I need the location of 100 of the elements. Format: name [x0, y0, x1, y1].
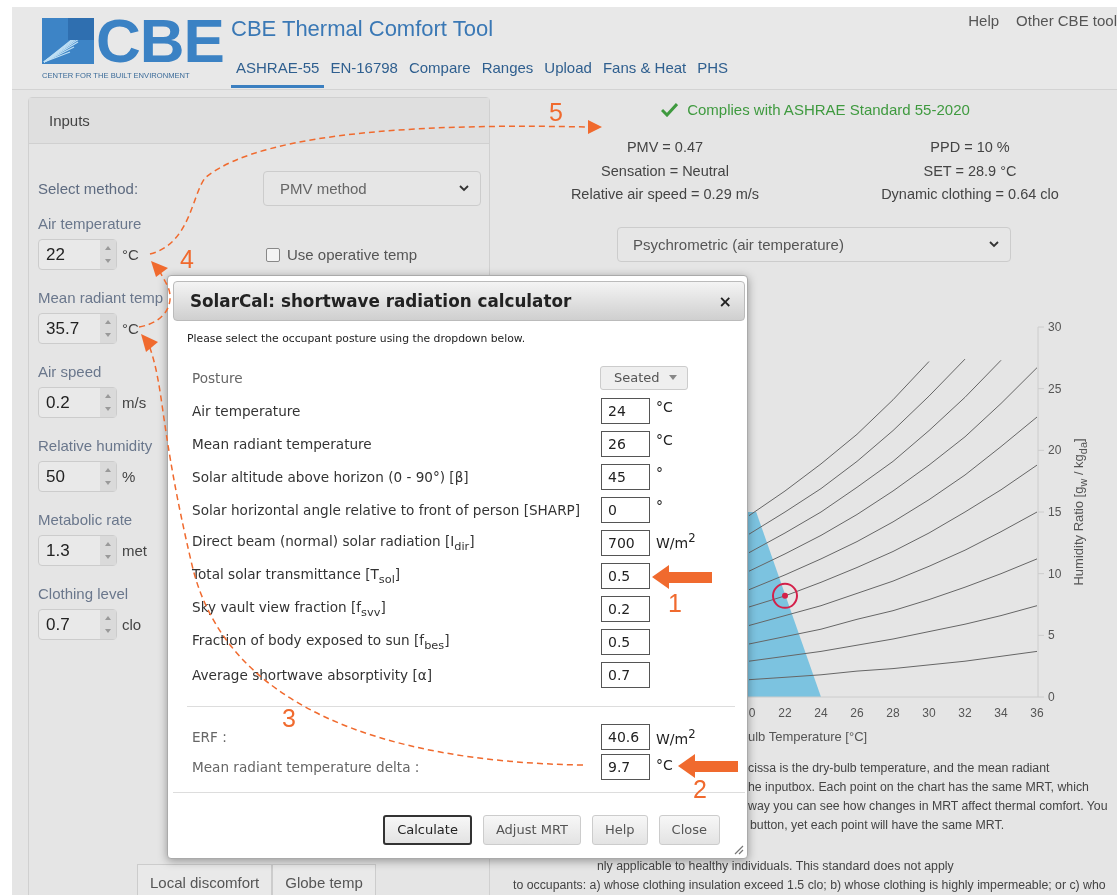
unit-label: %: [122, 468, 137, 485]
dialog-button[interactable]: Adjust MRT: [482, 814, 581, 845]
spinner-icon[interactable]: [100, 240, 116, 269]
result-value: Dynamic clothing = 0.64 clo: [881, 185, 1059, 204]
input-field[interactable]: 26: [601, 430, 650, 457]
spinner-icon[interactable]: [100, 610, 116, 639]
number-field[interactable]: 22: [38, 239, 117, 270]
result-value: PPD = 10 %: [930, 138, 1010, 157]
axis-tick-label: 5: [1048, 628, 1055, 643]
posture-dropdown[interactable]: Seated: [600, 365, 688, 390]
dialog-button[interactable]: Calculate: [383, 814, 472, 845]
axis-tick-label: 32: [958, 706, 972, 721]
nav-tab[interactable]: Ranges: [476, 54, 539, 88]
field-label: Mean radiant temperature delta :: [192, 758, 420, 775]
number-field[interactable]: 0.7: [38, 609, 117, 640]
close-button[interactable]: ×: [718, 291, 732, 311]
unit-label: met: [122, 542, 148, 559]
input-field[interactable]: 0.5: [601, 563, 650, 590]
input-field[interactable]: 9.7: [601, 753, 650, 780]
callout-arrow: [678, 754, 738, 778]
field-label: Select method:: [38, 179, 140, 197]
axis-tick-label: 25: [1048, 381, 1062, 396]
field-label: Mean radiant temperature: [192, 435, 372, 452]
unit-label: °C: [656, 398, 673, 416]
dialog-button[interactable]: Help: [591, 814, 648, 845]
spinner-icon[interactable]: [100, 462, 116, 491]
annotation-number: 1: [668, 589, 682, 617]
field-label: Clothing level: [38, 585, 129, 604]
number-field[interactable]: 50: [38, 461, 117, 492]
unit-label: W/m$^{2}$: [656, 530, 696, 552]
chevron-icon: [458, 184, 470, 192]
logo-text: CBE: [96, 16, 224, 66]
unit-label: °: [656, 464, 663, 482]
unit-label: °C: [656, 755, 673, 773]
nav-tab[interactable]: Compare: [403, 54, 476, 88]
number-field[interactable]: 35.7: [38, 313, 117, 344]
nav-tab[interactable]: Fans & Heat: [597, 54, 692, 88]
checkbox-label: Use operative temp: [287, 246, 418, 263]
field-label: Average shortwave absorptivity [α]: [192, 667, 433, 684]
nav-tab[interactable]: Upload: [539, 54, 597, 88]
input-field[interactable]: 700: [601, 530, 650, 556]
annotation-number: 3: [282, 704, 296, 732]
checkbox[interactable]: [266, 247, 280, 262]
field-label: Mean radiant temp: [38, 289, 164, 308]
logo-icon: [42, 18, 94, 64]
method-dropdown[interactable]: PMV method: [263, 170, 481, 206]
axis-tick-label: 15: [1048, 505, 1062, 520]
number-field[interactable]: 1.3: [38, 535, 117, 566]
axis-tick-label: 26: [850, 706, 864, 721]
spinner-icon[interactable]: [100, 388, 116, 417]
tab-button[interactable]: Local discomfort: [137, 864, 273, 895]
spinner-icon[interactable]: [100, 536, 116, 565]
dialog-button[interactable]: Close: [658, 814, 720, 845]
spinner-icon[interactable]: [100, 314, 116, 343]
field-label: Posture: [192, 369, 243, 386]
tab-button[interactable]: Globe temp: [272, 864, 376, 895]
axis-tick-label: 28: [886, 706, 900, 721]
input-field[interactable]: 0: [601, 496, 650, 523]
dialog-title: SolarCal: shortwave radiation calculator: [190, 291, 572, 311]
chart-dropdown[interactable]: Psychrometric (air temperature): [617, 226, 1011, 263]
number-field[interactable]: 0.2: [38, 387, 117, 418]
input-field[interactable]: 24: [601, 397, 650, 424]
unit-label: W/m$^{2}$: [656, 725, 696, 747]
chevron-icon: [988, 240, 1000, 249]
instruction-text: Please select the occupant posture using the dropdown below.: [187, 332, 527, 345]
field-label: Solar horizontal angle relative to front of person [SHARP]: [192, 501, 581, 518]
annotation-number: 5: [549, 98, 563, 126]
field-label: Direct beam (normal) solar radiation [I$_{dir}$]: [192, 533, 475, 553]
panel-title: Inputs: [49, 112, 90, 129]
nav-tab[interactable]: EN-16798: [325, 54, 403, 88]
result-value: PMV = 0.47: [626, 138, 704, 157]
resize-grip-icon[interactable]: [732, 843, 744, 855]
nav-link[interactable]: Other CBE tool: [1016, 12, 1117, 89]
unit-label: °: [656, 497, 663, 515]
caret-icon: [669, 375, 677, 381]
compliance-status: Complies with ASHRAE Standard 55-2020: [687, 101, 970, 118]
axis-title: ulb Temperature [°C]: [748, 729, 868, 745]
unit-label: °C: [122, 246, 140, 263]
axis-tick-label: 10: [1048, 566, 1062, 581]
input-field[interactable]: 40.6: [601, 723, 650, 750]
input-field[interactable]: 0.5: [601, 629, 650, 656]
unit-label: °C: [656, 431, 673, 449]
input-field[interactable]: 0.2: [601, 596, 650, 623]
axis-tick-label: 30: [922, 706, 936, 721]
field-label: Total solar transmittance [T$_{sol}$]: [192, 566, 401, 586]
result-value: Sensation = Neutral: [601, 161, 729, 181]
axis-tick-label: 36: [1030, 706, 1044, 721]
callout-arrow: [652, 565, 712, 589]
input-field[interactable]: 0.7: [601, 662, 650, 689]
nav-link[interactable]: Help: [968, 12, 1000, 89]
field-label: Sky vault view fraction [f$_{svv}$]: [192, 599, 386, 620]
input-field[interactable]: 45: [601, 463, 650, 490]
annotation-number: 4: [180, 245, 194, 273]
axis-tick-label: 0: [1048, 690, 1055, 705]
app-title: CBE Thermal Comfort Tool: [231, 16, 495, 42]
axis-tick-label: 24: [814, 706, 828, 721]
field-label: Air speed: [38, 363, 102, 382]
field-label: Fraction of body exposed to sun [f$_{bes}$]: [192, 632, 450, 653]
nav-tab[interactable]: PHS: [692, 54, 734, 88]
field-label: Metabolic rate: [38, 511, 133, 530]
